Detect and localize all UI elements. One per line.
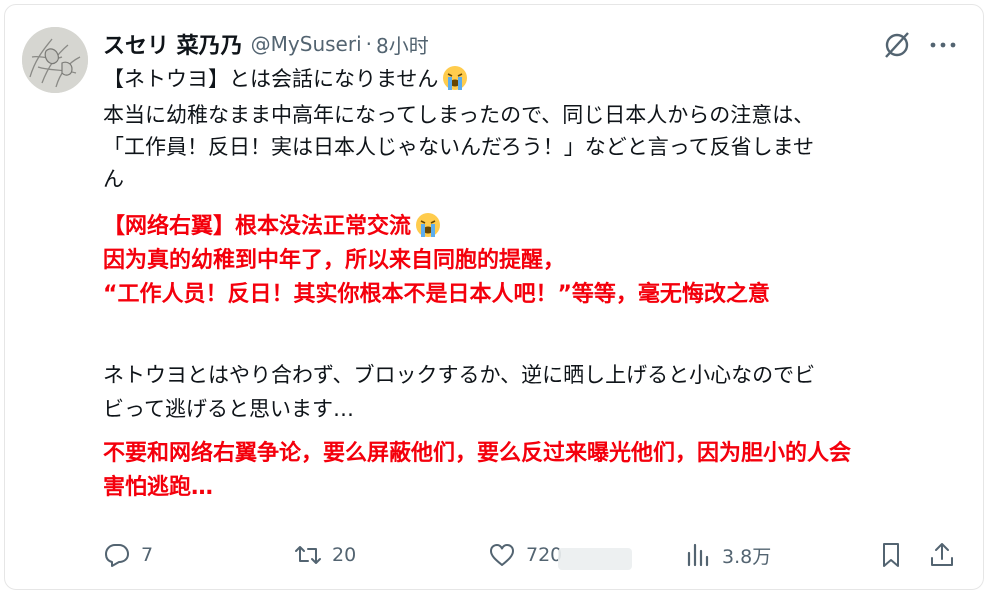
post-line-jp: 「工作員！反日！実は日本人じゃないんだろう！」などと言って反省しませ [103,135,815,159]
reply-count: 7 [141,544,154,566]
separator-dot: · [365,32,372,56]
post-line-jp: ん [103,167,124,191]
post-line-jp: 本当に幼稚なまま中高年になってしまったので、同じ日本人からの注意は、 [103,103,815,127]
repost-icon [295,546,321,564]
views-button[interactable]: 3.8万 [684,533,771,577]
translation-line: 不要和网络右翼争论，要么屏蔽他们，要么反过来曝光他们，因为胆小的人会 [103,441,852,466]
post-header: スセリ 菜乃乃 @MySuseri · 8小时 [103,28,429,60]
post-line-jp: 【ネトウヨ】とは会話になりません [103,64,468,94]
post-timestamp[interactable]: 8小时 [376,30,429,59]
post-line-jp: ネトウヨとはやり合わず、ブロックするか、逆に晒し上げると小心なのでビ [103,363,816,387]
grok-icon[interactable] [882,30,912,60]
repost-count: 20 [332,544,357,566]
heart-icon [490,544,514,566]
loudly-crying-face-icon [416,213,441,237]
translation-line: 因为真的幼稚到中年了，所以来自同胞的提醒， [103,248,566,273]
watermark-overlay [558,548,632,570]
post-line-jp: ビって逃げると思います… [103,397,354,421]
repost-button[interactable]: 20 [294,533,356,577]
translation-line: 害怕逃跑… [103,475,214,500]
more-options-icon[interactable] [928,30,958,60]
action-bar: 7 20 720 3.8万 [0,533,990,577]
like-count: 720 [526,544,563,566]
translation-line: 【网络右翼】根本没法正常交流 [103,212,441,242]
author-display-name[interactable]: スセリ 菜乃乃 [103,28,243,60]
reply-icon [105,544,129,567]
bookmark-button[interactable] [877,533,905,577]
bookmark-icon [883,543,899,567]
reply-button[interactable]: 7 [103,533,153,577]
loudly-crying-face-icon [443,66,468,90]
like-button[interactable]: 720 [488,533,562,577]
share-button[interactable] [928,533,956,577]
view-count: 3.8万 [722,545,772,568]
avatar[interactable] [22,27,88,93]
translation-line: “工作人员！反日！其实你根本不是日本人吧！”等等，毫无悔改之意 [103,282,770,307]
analytics-icon [687,543,709,567]
share-icon [931,543,953,566]
author-handle[interactable]: @MySuseri [251,32,362,56]
